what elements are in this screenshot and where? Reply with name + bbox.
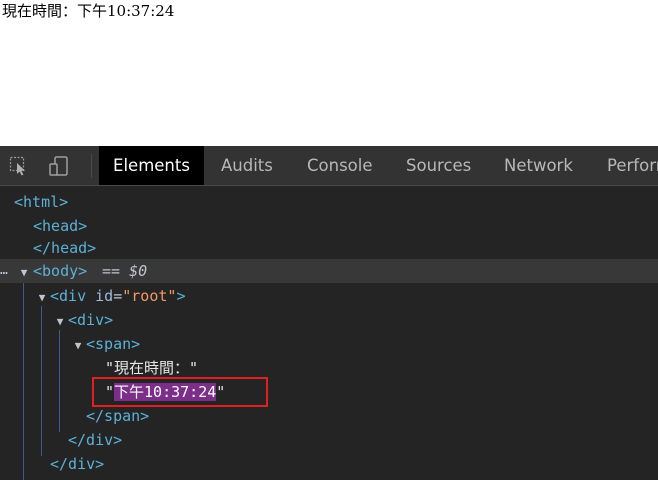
span-expand-triangle[interactable]: ▼ — [71, 332, 85, 358]
tree-row-div[interactable]: ▼ <div> — [0, 308, 658, 332]
body-selected-marker: == $0 — [102, 259, 147, 283]
tab-network[interactable]: Network — [504, 146, 573, 185]
selected-eq: == — [102, 262, 121, 280]
body-expand-triangle[interactable]: ▼ — [17, 259, 31, 285]
device-toolbar-icon[interactable] — [48, 155, 70, 177]
tree-row-div-root[interactable]: ▼ <div id="root"> — [0, 284, 658, 308]
div-expand-triangle[interactable]: ▼ — [53, 308, 67, 334]
tree-row-html[interactable]: <html> — [0, 190, 658, 214]
tab-console[interactable]: Console — [307, 146, 373, 185]
toolbar-separator — [91, 154, 92, 178]
html-open-tag[interactable]: <html> — [14, 190, 68, 214]
devtools-toolbar: Elements Audits Console Sources Network … — [0, 146, 658, 186]
span-open-tag[interactable]: <span> — [86, 332, 140, 356]
annotation-highlight-box — [92, 377, 268, 407]
tree-row-div-root-close[interactable]: </div> — [0, 452, 658, 476]
head-open-tag[interactable]: <head> — [33, 214, 87, 238]
div-open-tag[interactable]: <div> — [68, 308, 113, 332]
tab-audits[interactable]: Audits — [221, 146, 273, 185]
div-close-tag[interactable]: </div> — [68, 428, 122, 452]
tree-row-div-close[interactable]: </div> — [0, 428, 658, 452]
span-close-tag[interactable]: </span> — [86, 404, 149, 428]
more-options-icon[interactable]: … — [0, 259, 8, 283]
head-close-tag[interactable]: </head> — [33, 236, 96, 260]
page-body-text: 現在時間：下午10:37:24 — [2, 2, 175, 20]
selected-dollar-zero: $0 — [129, 262, 148, 280]
tree-row-head[interactable]: <head> — [0, 214, 658, 238]
div-root-open-tag[interactable]: <div id="root"> — [50, 284, 185, 308]
inspect-element-icon[interactable] — [8, 155, 30, 177]
tree-row-head-close[interactable]: </head> — [0, 236, 658, 260]
div-root-close-tag[interactable]: </div> — [50, 452, 104, 476]
tree-row-span[interactable]: ▼ <span> — [0, 332, 658, 356]
tab-performance[interactable]: Perform — [607, 146, 658, 185]
tab-elements[interactable]: Elements — [99, 146, 204, 185]
tab-sources[interactable]: Sources — [406, 146, 471, 185]
devtools-panel: Elements Audits Console Sources Network … — [0, 146, 658, 480]
tree-row-body[interactable]: … ▼ <body> == $0 — [0, 259, 658, 283]
body-open-tag[interactable]: <body> — [33, 259, 87, 283]
tree-row-span-close[interactable]: </span> — [0, 404, 658, 428]
dom-tree: <html> <head> </head> … ▼ <body> == $0 ▼… — [0, 186, 658, 480]
div-root-expand-triangle[interactable]: ▼ — [35, 284, 49, 310]
